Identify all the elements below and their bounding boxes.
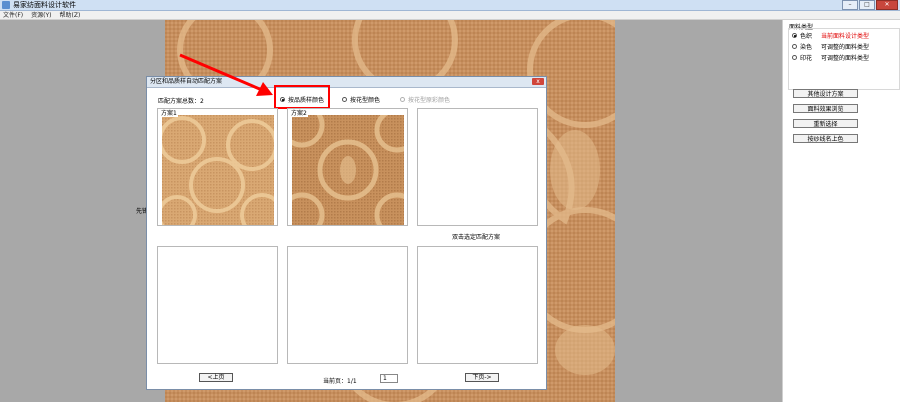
page-input[interactable]: 1 [380,374,398,383]
option-desc: 可调整的面料类型 [821,44,870,51]
option-label: 按花型颜色 [350,97,381,104]
right-panel: 面料类型 色织 当前面料设计类型 染色 可调整的面料类型 印花 可调整的面料类型… [782,20,900,402]
next-page-button[interactable]: 下页-> [465,373,499,382]
dialog-title-bar: 分区和品质样自动匹配方案 x [147,77,546,88]
option-label: 按花型原彩颜色 [408,97,451,104]
scheme-slot-6[interactable] [417,246,538,364]
match-count: 匹配方案总数：2 [158,98,204,105]
current-page-label: 当前页：1/1 [323,378,357,385]
window-controls: – □ ✕ [842,0,898,10]
prev-page-button[interactable]: <上页 [199,373,233,382]
fabric-type-option-print[interactable]: 印花 可调整的面料类型 [792,53,869,62]
fabric-type-option-woven[interactable]: 色织 当前面料设计类型 [792,31,869,40]
auto-match-dialog: 分区和品质样自动匹配方案 x 匹配方案总数：2 按品质样颜色 按花型颜色 按花型… [146,76,547,390]
option-desc: 当前面料设计类型 [821,33,870,40]
radio-icon [400,97,405,102]
menu-resource[interactable]: 资源(Y) [31,11,51,19]
fabric-preview-button[interactable]: 面料效果浏览 [793,104,858,113]
fabric-swatch-2 [292,115,404,225]
maximize-button[interactable]: □ [859,0,875,10]
option-desc: 可调整的面料类型 [821,55,870,62]
menu-help[interactable]: 帮助(Z) [60,11,81,19]
window-title: 易家纺面料设计软件 [13,1,76,9]
radio-icon[interactable] [792,44,797,49]
slot-label: 方案2 [290,109,308,117]
double-click-hint: 双击选定匹配方案 [452,234,501,241]
reselect-button[interactable]: 重新选择 [793,119,858,128]
fabric-type-group: 色织 当前面料设计类型 染色 可调整的面料类型 印花 可调整的面料类型 [788,28,900,90]
minimize-button[interactable]: – [842,0,858,10]
fabric-swatch-1 [162,115,274,225]
menu-bar: 文件(F) 资源(Y) 帮助(Z) [0,11,900,20]
radio-icon[interactable] [792,55,797,60]
scheme-slot-1[interactable]: 方案1 [157,108,278,226]
menu-file[interactable]: 文件(F) [3,11,23,19]
other-designs-button[interactable]: 其他设计方案 [793,89,858,98]
scheme-slot-2[interactable]: 方案2 [287,108,408,226]
scheme-slot-4[interactable] [157,246,278,364]
fabric-type-option-dyed[interactable]: 染色 可调整的面料类型 [792,42,869,51]
slot-label: 方案1 [160,109,178,117]
radio-icon[interactable] [342,97,347,102]
close-button[interactable]: ✕ [876,0,898,10]
app-icon [2,1,10,9]
title-bar: 易家纺面料设计软件 – □ ✕ [0,0,900,11]
highlight-box [274,85,330,109]
scheme-slot-5[interactable] [287,246,408,364]
scheme-slot-3[interactable] [417,108,538,226]
option-by-pattern-color[interactable]: 按花型颜色 [342,95,380,104]
dialog-title: 分区和品质样自动匹配方案 [150,78,223,85]
option-label: 印花 [800,55,813,62]
color-by-yarn-button[interactable]: 按纱线名上色 [793,134,858,143]
radio-icon[interactable] [792,33,797,38]
option-by-original-color: 按花型原彩颜色 [400,95,450,104]
option-label: 染色 [800,44,813,51]
option-label: 色织 [800,33,813,40]
dialog-close-button[interactable]: x [532,78,544,85]
